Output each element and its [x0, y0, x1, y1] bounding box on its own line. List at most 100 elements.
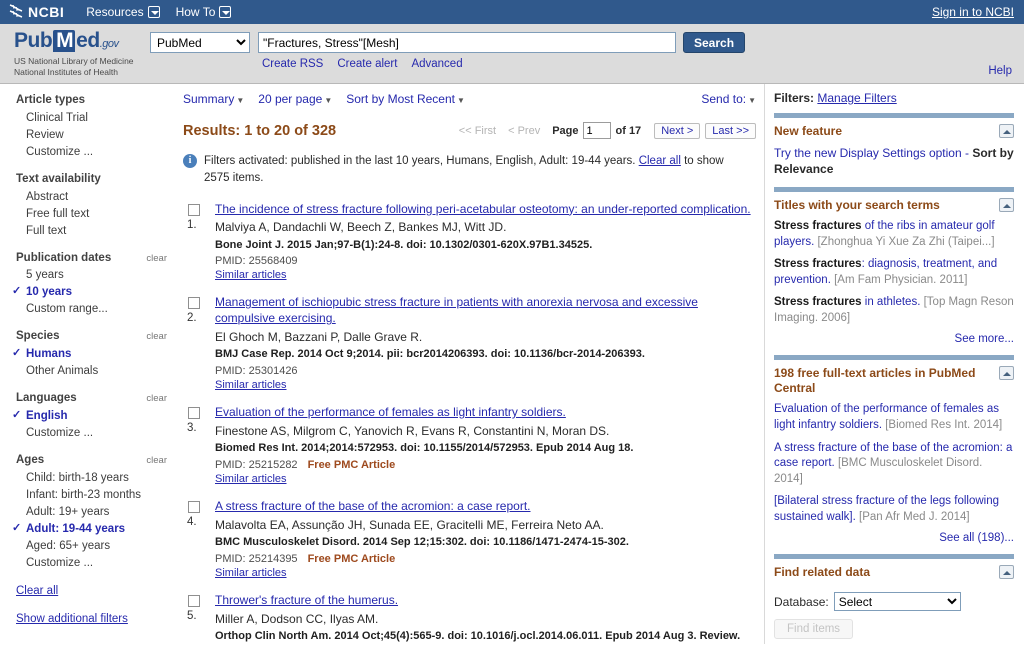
filter-item-5-years[interactable]: 5 years — [16, 267, 167, 284]
menu-resources[interactable]: Resources — [86, 5, 160, 19]
result-source: BMJ Case Rep. 2014 Oct 9;2014. pii: bcr2… — [215, 348, 645, 361]
filter-group-clear[interactable]: clear — [146, 253, 167, 265]
pmc-article-item[interactable]: [Bilateral stress fracture of the legs f… — [774, 494, 1014, 525]
ncbi-top-bar: NCBI Resources How To Sign in to NCBI — [0, 0, 1024, 24]
result-meta: PMID: 25215282 Free PMC Article — [215, 459, 752, 471]
page-total-label: of 17 — [615, 124, 642, 137]
filter-group-publication-dates: Publication dates clear 5 years 10 years… — [12, 251, 167, 319]
tagline-line-1: US National Library of Medicine — [14, 56, 134, 66]
title-suggestion-source: [Am Fam Physician. 2011] — [834, 273, 968, 286]
manage-filters-link[interactable]: Manage Filters — [817, 91, 896, 105]
result-checkbox[interactable] — [188, 594, 200, 607]
filter-item-customize[interactable]: Customize ... — [16, 144, 167, 161]
panel-header: 198 free full-text articles in PubMed Ce… — [774, 366, 1014, 396]
filter-item-abstract[interactable]: Abstract — [16, 189, 167, 206]
free-pmc-article-badge[interactable]: Free PMC Article — [308, 553, 396, 565]
filter-group-title: Ages — [16, 453, 45, 466]
filter-item-10-years[interactable]: 10 years — [12, 284, 167, 301]
filter-item-review[interactable]: Review — [16, 127, 167, 144]
see-more-link[interactable]: See more... — [774, 333, 1014, 345]
filter-note-clear-all-link[interactable]: Clear all — [639, 155, 681, 167]
related-database-select[interactable]: Select — [833, 592, 961, 612]
similar-articles-link[interactable]: Similar articles — [215, 379, 287, 391]
result-title-link[interactable]: Management of ischiopubic stress fractur… — [215, 295, 752, 327]
clear-all-filters-link[interactable]: Clear all — [16, 584, 167, 599]
pmc-article-source: [Biomed Res Int. 2014] — [885, 418, 1003, 431]
free-pmc-article-badge[interactable]: Free PMC Article — [308, 459, 396, 471]
result-title-link[interactable]: Thrower's fracture of the humerus. — [215, 593, 752, 609]
result-title-link[interactable]: Evaluation of the performance of females… — [215, 405, 752, 421]
send-to-dropdown[interactable]: Send to: ▼ — [701, 92, 756, 106]
help-link[interactable]: Help — [988, 65, 1012, 77]
result-content: Thrower's fracture of the humerus. Mille… — [215, 593, 752, 644]
next-page-button[interactable]: Next > — [654, 122, 701, 139]
title-suggestion-item[interactable]: Stress fractures of the ribs in amateur … — [774, 219, 1014, 250]
result-select-column: 3. — [183, 405, 215, 485]
sort-dropdown[interactable]: Sort by Most Recent ▼ — [346, 92, 465, 106]
filter-item-clinical-trial[interactable]: Clinical Trial — [16, 110, 167, 127]
result-title-link[interactable]: The incidence of stress fracture followi… — [215, 202, 752, 218]
filters-activated-note: i Filters activated: published in the la… — [183, 153, 756, 188]
search-input[interactable] — [258, 32, 676, 53]
result-number: 4. — [187, 515, 197, 528]
last-page-button[interactable]: Last >> — [705, 122, 756, 139]
similar-articles-link[interactable]: Similar articles — [215, 473, 287, 485]
chevron-down-icon: ▼ — [236, 96, 245, 105]
filter-item-full-text[interactable]: Full text — [16, 223, 167, 240]
filter-item-aged-65plus[interactable]: Aged: 65+ years — [16, 538, 167, 555]
see-all-link[interactable]: See all (198)... — [774, 532, 1014, 544]
new-feature-plain: Try the new Display Settings option - — [774, 146, 973, 160]
show-additional-filters-link[interactable]: Show additional filters — [16, 612, 167, 627]
collapse-icon[interactable] — [999, 565, 1014, 580]
per-page-dropdown[interactable]: 20 per page ▼ — [258, 92, 332, 106]
result-checkbox[interactable] — [188, 297, 200, 310]
result-checkbox[interactable] — [188, 407, 200, 420]
filter-item-child[interactable]: Child: birth-18 years — [16, 470, 167, 487]
create-rss-link[interactable]: Create RSS — [262, 58, 323, 70]
filter-item-custom-range[interactable]: Custom range... — [16, 301, 167, 318]
sign-in-link[interactable]: Sign in to NCBI — [932, 5, 1014, 19]
result-checkbox[interactable] — [188, 500, 200, 513]
create-alert-link[interactable]: Create alert — [337, 58, 397, 70]
search-button[interactable]: Search — [683, 32, 746, 53]
result-meta: PMID: 25301426 — [215, 365, 752, 377]
display-format-dropdown[interactable]: Summary ▼ — [183, 92, 244, 106]
menu-how-to[interactable]: How To — [176, 5, 232, 19]
title-suggestion-item[interactable]: Stress fractures: diagnosis, treatment, … — [774, 257, 1014, 288]
filter-item-english[interactable]: English — [12, 408, 167, 425]
ncbi-logo[interactable]: NCBI — [8, 3, 65, 21]
new-feature-text[interactable]: Try the new Display Settings option - So… — [774, 145, 1014, 177]
ncbi-logo-text: NCBI — [28, 4, 65, 20]
collapse-icon[interactable] — [999, 124, 1014, 138]
pagination: << First < Prev Page of 17 Next > Last >… — [459, 122, 756, 139]
filter-group-clear[interactable]: clear — [146, 455, 167, 467]
filter-item-adult-19-44[interactable]: Adult: 19-44 years — [12, 521, 167, 538]
pubmed-logo[interactable]: Pub Med .gov US National Library of Medici… — [0, 24, 150, 79]
page-number-input[interactable] — [582, 122, 611, 139]
pmc-article-item[interactable]: Evaluation of the performance of females… — [774, 402, 1014, 433]
result-checkbox[interactable] — [188, 203, 200, 216]
filter-group-clear[interactable]: clear — [146, 331, 167, 343]
info-icon: i — [183, 154, 197, 168]
database-select[interactable]: PubMed — [150, 32, 250, 53]
similar-articles-link[interactable]: Similar articles — [215, 269, 287, 281]
filter-group-clear[interactable]: clear — [146, 393, 167, 405]
collapse-icon[interactable] — [999, 366, 1014, 381]
panel-body: Evaluation of the performance of females… — [774, 396, 1014, 544]
similar-articles-link[interactable]: Similar articles — [215, 567, 287, 579]
filter-item-customize-ages[interactable]: Customize ... — [16, 555, 167, 572]
advanced-search-link[interactable]: Advanced — [411, 58, 462, 70]
filter-item-customize-languages[interactable]: Customize ... — [16, 425, 167, 442]
filter-item-adult-19plus[interactable]: Adult: 19+ years — [16, 504, 167, 521]
result-title-link[interactable]: A stress fracture of the base of the acr… — [215, 499, 752, 515]
filter-item-other-animals[interactable]: Other Animals — [16, 363, 167, 380]
filter-item-humans[interactable]: Humans — [12, 346, 167, 363]
pmc-article-item[interactable]: A stress fracture of the base of the acr… — [774, 441, 1014, 488]
title-suggestion-item[interactable]: Stress fractures in athletes. [Top Magn … — [774, 295, 1014, 326]
pubmed-logo-text: Pub Med .gov — [14, 30, 150, 52]
dna-helix-icon — [8, 3, 24, 21]
collapse-icon[interactable] — [999, 198, 1014, 213]
search-area: PubMed Search Create RSS Create alert Ad… — [150, 24, 746, 70]
filter-item-free-full-text[interactable]: Free full text — [16, 206, 167, 223]
filter-item-infant[interactable]: Infant: birth-23 months — [16, 487, 167, 504]
